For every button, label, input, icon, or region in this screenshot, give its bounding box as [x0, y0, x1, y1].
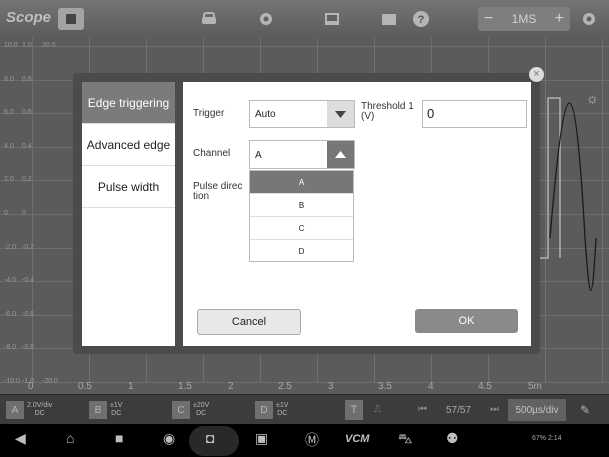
- channel-label: Channel: [193, 148, 231, 159]
- pulse-direction-label: Pulse direc tion: [193, 181, 243, 202]
- channel-value: A: [255, 150, 262, 161]
- trigger-type-tabs: Edge triggering Advanced edge Pulse widt…: [82, 82, 175, 346]
- trigger-select[interactable]: Auto: [249, 100, 355, 128]
- trigger-label: Trigger: [193, 108, 225, 119]
- channel-dropdown: A B C D: [249, 170, 354, 262]
- channel-option-d[interactable]: D: [250, 240, 353, 262]
- tab-advanced-edge[interactable]: Advanced edge: [82, 124, 175, 166]
- channel-select[interactable]: A: [249, 140, 355, 169]
- ok-button[interactable]: OK: [415, 309, 518, 333]
- close-button[interactable]: ×: [529, 67, 544, 82]
- cancel-button[interactable]: Cancel: [197, 309, 301, 335]
- trigger-value: Auto: [255, 109, 276, 120]
- threshold-label: Threshold 1 (V): [361, 101, 414, 122]
- channel-option-a[interactable]: A: [250, 171, 353, 194]
- tab-edge-triggering[interactable]: Edge triggering: [82, 82, 175, 124]
- tab-pulse-width[interactable]: Pulse width: [82, 166, 175, 208]
- chevron-up-icon: [327, 141, 354, 168]
- threshold-input[interactable]: 0: [422, 100, 527, 128]
- channel-option-c[interactable]: C: [250, 217, 353, 240]
- channel-option-b[interactable]: B: [250, 194, 353, 217]
- chevron-down-icon: [327, 101, 354, 127]
